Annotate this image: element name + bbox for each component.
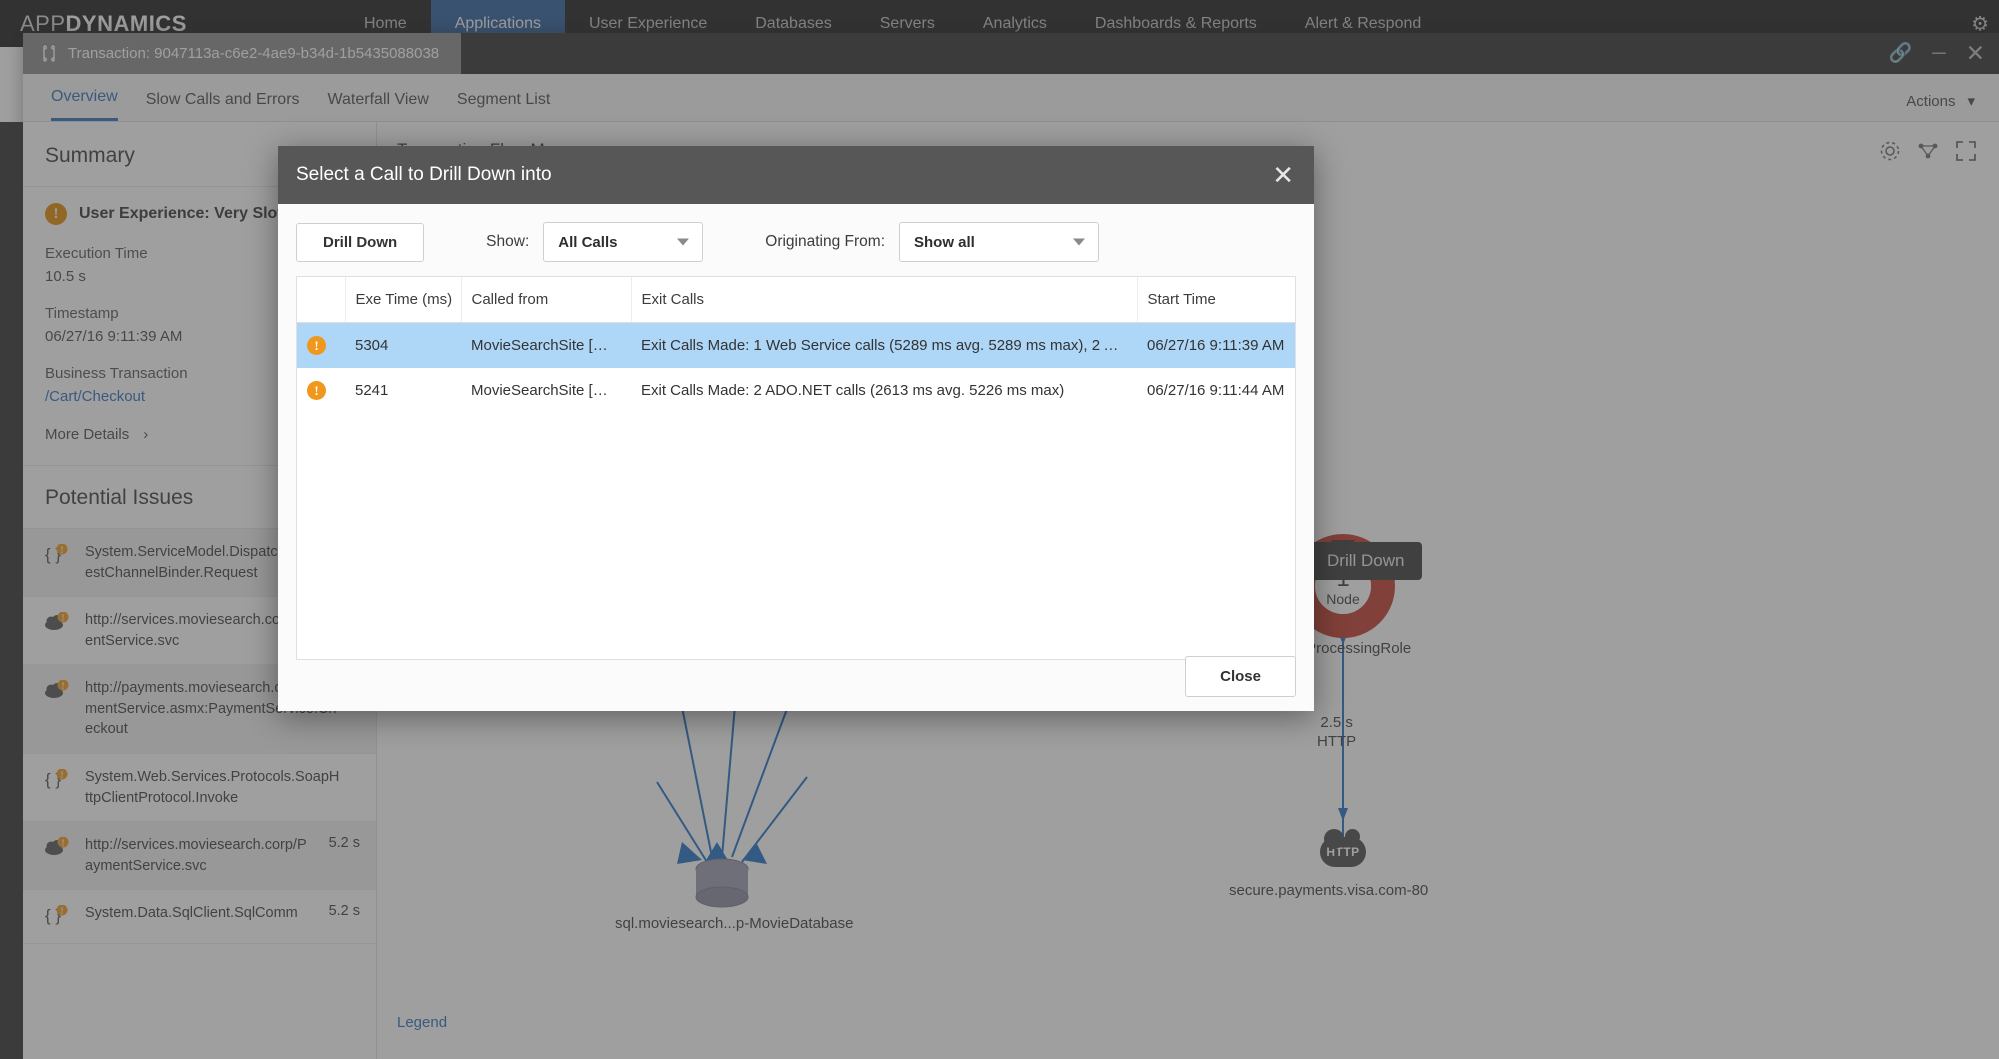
close-icon[interactable]: ✕ <box>1272 162 1294 188</box>
row-exit-calls: Exit Calls Made: 2 ADO.NET calls (2613 m… <box>641 382 1065 399</box>
column-header-start-time[interactable]: Start Time <box>1137 277 1295 323</box>
app-root: APPDYNAMICS Home Applications User Exper… <box>0 0 1999 1059</box>
show-label: Show: <box>486 233 530 250</box>
modal-toolbar: Drill Down Show: All Calls Originating F… <box>278 204 1314 276</box>
chevron-down-icon <box>1073 238 1085 246</box>
calls-table-wrapper: Exe Time (ms) Called from Exit Calls Sta… <box>296 276 1296 660</box>
calls-table-body: ! 5304 MovieSearchSite [WCF] Exit Calls … <box>297 322 1295 414</box>
column-header-called-from[interactable]: Called from <box>461 277 632 323</box>
modal-title: Select a Call to Drill Down into <box>296 164 552 185</box>
warning-icon: ! <box>307 381 326 400</box>
row-called-from: MovieSearchSite [WCF] <box>471 382 631 399</box>
calls-table-head: Exe Time (ms) Called from Exit Calls Sta… <box>297 277 1295 323</box>
row-status-cell: ! <box>297 368 345 413</box>
chevron-down-icon <box>677 238 690 246</box>
row-exe-time: 5241 <box>355 382 389 399</box>
originating-from-label: Originating From: <box>765 233 885 250</box>
row-exit-calls: Exit Calls Made: 1 Web Service calls (52… <box>641 337 1137 354</box>
modal-header: Select a Call to Drill Down into ✕ <box>278 146 1314 204</box>
row-status-cell: ! <box>297 323 345 369</box>
table-row[interactable]: ! 5304 MovieSearchSite [WCF] Exit Calls … <box>297 322 1295 369</box>
row-start-time: 06/27/16 9:11:44 AM <box>1147 382 1285 399</box>
drill-down-modal: Select a Call to Drill Down into ✕ Drill… <box>278 146 1314 711</box>
row-called-from: MovieSearchSite [WCF] <box>471 337 631 354</box>
column-header-status[interactable] <box>297 277 346 323</box>
table-row[interactable]: ! 5241 MovieSearchSite [WCF] Exit Calls … <box>297 368 1295 413</box>
originating-from-value: Show all <box>914 233 975 251</box>
show-filter-value: All Calls <box>558 233 618 251</box>
calls-table: Exe Time (ms) Called from Exit Calls Sta… <box>297 277 1295 414</box>
originating-from-select[interactable]: Show all <box>899 222 1099 262</box>
close-button[interactable]: Close <box>1185 656 1296 697</box>
row-start-time: 06/27/16 9:11:39 AM <box>1147 337 1285 354</box>
modal-footer: Close <box>1185 656 1296 697</box>
column-header-exit-calls[interactable]: Exit Calls <box>631 277 1138 323</box>
table-header-row: Exe Time (ms) Called from Exit Calls Sta… <box>297 277 1295 323</box>
show-filter-select[interactable]: All Calls <box>543 222 704 262</box>
row-exe-time: 5304 <box>355 337 389 354</box>
drill-down-button[interactable]: Drill Down <box>296 222 425 262</box>
column-header-exe-time[interactable]: Exe Time (ms) <box>345 277 462 323</box>
warning-icon: ! <box>307 336 326 355</box>
